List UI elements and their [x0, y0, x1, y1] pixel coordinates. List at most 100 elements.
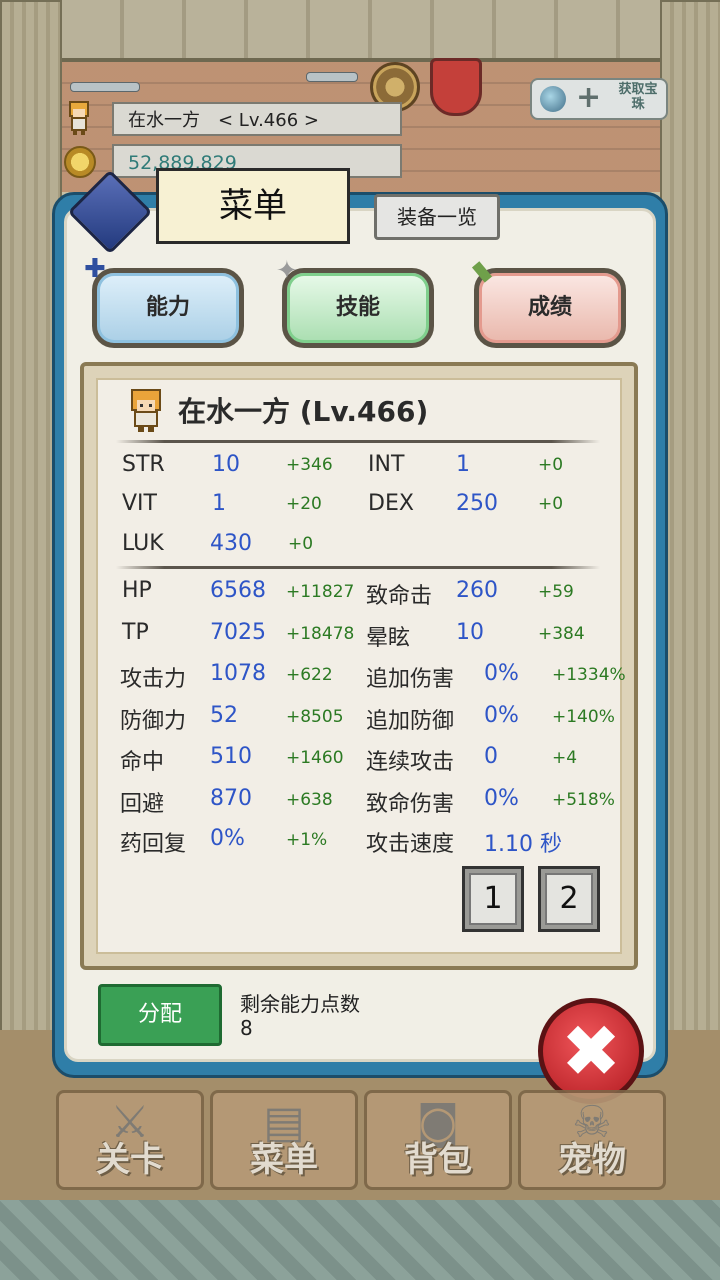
stat-name: HP — [122, 578, 152, 603]
tab-ability-label: 能力 — [145, 295, 190, 320]
stat-value: 6568 — [210, 578, 266, 603]
nav-pet-label: 宠物 — [558, 1140, 626, 1180]
close-button[interactable]: ✖ — [538, 998, 644, 1104]
stat-bonus: +20 — [286, 494, 322, 514]
stat-bonus: +0 — [538, 494, 564, 514]
nav-bag-button[interactable]: ◙ 背包 — [364, 1090, 512, 1190]
page-2-label: 2 — [545, 873, 593, 925]
stat-value: 1.10 秒 — [484, 832, 562, 857]
stat-name: 防御力 — [120, 709, 187, 734]
nav-menu-button[interactable]: ▤ 菜单 — [210, 1090, 358, 1190]
divider — [116, 566, 600, 569]
stat-bonus: +622 — [286, 665, 333, 685]
stat-name: 攻击力 — [120, 667, 187, 692]
stat-value: 510 — [210, 744, 252, 769]
stat-name: TP — [122, 620, 149, 645]
stat-name: 回避 — [120, 792, 165, 817]
stat-value: 430 — [210, 531, 252, 556]
game-scene: 在水一方 < Lv.466 > 52,889,829 + 获取宝珠 菜单 装备一… — [0, 0, 720, 1280]
right-pillar — [660, 0, 720, 1204]
tab-record-label: 成绩 — [527, 295, 572, 320]
character-portrait-icon — [131, 389, 161, 432]
gem-orb-icon — [540, 86, 566, 112]
character-title: 在水一方 (Lv.466) — [178, 395, 429, 428]
stat-bonus: +1% — [286, 830, 328, 850]
sword-decoration — [306, 72, 358, 82]
stat-value: 52 — [210, 703, 238, 728]
get-gems-button[interactable]: + 获取宝珠 — [530, 78, 668, 120]
stat-bonus: +140% — [552, 707, 615, 727]
stat-value: 0% — [484, 661, 519, 686]
page-1-label: 1 — [469, 873, 517, 925]
stat-value: 0% — [484, 786, 519, 811]
tab-ability[interactable]: 能力 — [92, 268, 244, 348]
sparkle-icon: ✦ — [276, 256, 298, 286]
stat-value: 10 — [212, 452, 240, 477]
background-floor — [0, 1200, 720, 1280]
stat-name: 晕眩 — [366, 626, 411, 651]
stat-bonus: +346 — [286, 455, 333, 475]
player-avatar-icon — [69, 101, 89, 135]
tab-record[interactable]: 成绩 — [474, 268, 626, 348]
stat-bonus: +1460 — [286, 748, 344, 768]
stat-name: 药回复 — [120, 832, 187, 857]
stat-bonus: +1334% — [552, 665, 626, 685]
nav-stage-button[interactable]: ⚔ 关卡 — [56, 1090, 204, 1190]
stat-value: 1 — [212, 491, 226, 516]
stat-bonus: +638 — [286, 790, 333, 810]
player-name-level: 在水一方 < Lv.466 > — [112, 102, 402, 136]
remaining-points-label: 剩余能力点数 — [240, 992, 360, 1016]
divider — [116, 440, 600, 443]
stat-name: LUK — [122, 531, 164, 556]
stat-name: 追加防御 — [366, 709, 455, 734]
page-2-button[interactable]: 2 — [538, 866, 600, 932]
nav-pet-button[interactable]: ☠ 宠物 — [518, 1090, 666, 1190]
stat-value: 7025 — [210, 620, 266, 645]
nav-bag-label: 背包 — [404, 1140, 472, 1180]
stat-name: STR — [122, 452, 165, 477]
sword-decoration — [70, 82, 140, 92]
stat-value: 10 — [456, 620, 484, 645]
stat-bonus: +11827 — [286, 582, 355, 602]
menu-title: 菜单 — [156, 168, 350, 244]
nav-menu-label: 菜单 — [250, 1140, 318, 1180]
stat-name: 命中 — [120, 750, 165, 775]
stat-bonus: +4 — [552, 748, 578, 768]
stat-name: VIT — [122, 491, 157, 516]
stat-value: 0% — [484, 703, 519, 728]
stat-name: 致命击 — [366, 584, 433, 609]
stat-bonus: +18478 — [286, 624, 355, 644]
stat-bonus: +384 — [538, 624, 585, 644]
get-gems-label: 获取宝珠 — [618, 82, 658, 112]
person-plus-icon: ✚ — [84, 254, 106, 284]
stat-value: 1078 — [210, 661, 266, 686]
stat-name: 致命伤害 — [366, 792, 455, 817]
nav-stage-label: 关卡 — [96, 1140, 164, 1180]
stat-bonus: +518% — [552, 790, 615, 810]
stat-value: 260 — [456, 578, 498, 603]
stat-value: 250 — [456, 491, 498, 516]
stat-value: 870 — [210, 786, 252, 811]
tab-skill[interactable]: 技能 — [282, 268, 434, 348]
plus-icon: + — [576, 80, 602, 115]
gold-coin-icon — [64, 146, 96, 178]
remaining-points-value: 8 — [240, 1016, 253, 1040]
stat-name: 追加伤害 — [366, 667, 455, 692]
stat-value: 1 — [456, 452, 470, 477]
stat-bonus: +59 — [538, 582, 574, 602]
stat-value: 0% — [210, 826, 245, 851]
stat-value: 0 — [484, 744, 498, 769]
page-1-button[interactable]: 1 — [462, 866, 524, 932]
equipment-list-button[interactable]: 装备一览 — [374, 194, 500, 240]
stat-bonus: +8505 — [286, 707, 344, 727]
stat-name: DEX — [368, 491, 414, 516]
red-shield-decoration — [430, 58, 482, 116]
background-ceiling — [0, 0, 720, 62]
stat-name: 攻击速度 — [366, 832, 455, 857]
stat-name: 连续攻击 — [366, 750, 455, 775]
tab-skill-label: 技能 — [335, 295, 380, 320]
close-icon: ✖ — [560, 1009, 622, 1093]
stat-bonus: +0 — [538, 455, 564, 475]
assign-points-button[interactable]: 分配 — [98, 984, 222, 1046]
stat-name: INT — [368, 452, 405, 477]
